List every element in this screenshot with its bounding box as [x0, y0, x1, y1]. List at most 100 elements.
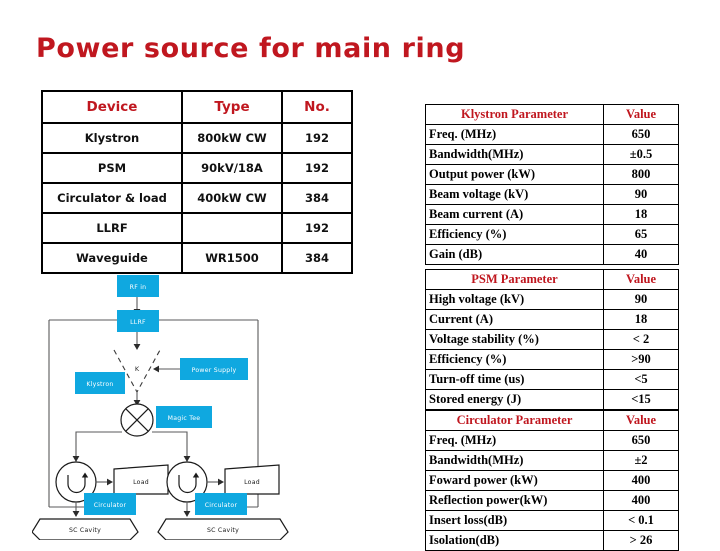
cell-parameter: High voltage (kV) [425, 289, 604, 310]
table-header-row: Circulator Parameter Value [425, 410, 679, 431]
circulator-parameter-table: Circulator Parameter Value Freq. (MHz) 6… [425, 410, 679, 551]
cell-value: 90 [603, 184, 679, 205]
table-row: Beam voltage (kV) 90 [425, 184, 679, 205]
table-row: Gain (dB) 40 [425, 244, 679, 265]
table-row: Insert loss(dB) < 0.1 [425, 510, 679, 531]
arrow-down-icon [183, 511, 191, 517]
arrow-right-icon [107, 478, 113, 486]
cell-device: PSM [41, 152, 183, 184]
cell-parameter: Bandwidth(MHz) [425, 450, 604, 471]
column-header-device: Device [41, 90, 183, 124]
cell-parameter: Output power (kW) [425, 164, 604, 185]
label-circulator-right: Circulator [205, 502, 238, 509]
cell-parameter: Freq. (MHz) [425, 430, 604, 451]
label-llrf: LLRF [130, 319, 146, 326]
table-header-row: Device Type No. [41, 90, 353, 124]
cell-no: 192 [281, 152, 353, 184]
cell-value: 90 [603, 289, 679, 310]
cell-no: 192 [281, 122, 353, 154]
cell-value: <5 [603, 369, 679, 390]
label-power-supply: Power Supply [192, 367, 237, 374]
circulator-arrow-icon-left [67, 475, 86, 494]
cell-value: >90 [603, 349, 679, 370]
cell-value: < 2 [603, 329, 679, 350]
cell-value: ±2 [603, 450, 679, 471]
label-load-right: Load [244, 479, 260, 486]
cell-type: 90kV/18A [181, 152, 283, 184]
arrow-down-icon [183, 456, 191, 462]
cell-parameter: Freq. (MHz) [425, 124, 604, 145]
column-header-no: No. [281, 90, 353, 124]
circulator-arrow-icon-right [178, 475, 197, 494]
cell-value: 650 [603, 430, 679, 451]
cell-value: <15 [603, 389, 679, 410]
table-row: Circulator & load 400kW CW 384 [41, 182, 353, 214]
device-summary-table: Device Type No. Klystron 800kW CW 192 PS… [41, 90, 353, 274]
table-row: Output power (kW) 800 [425, 164, 679, 185]
rf-power-block-diagram: RF in LLRF Klystron Power Supply Magic T… [32, 266, 322, 540]
column-header-value: Value [603, 410, 679, 431]
arrow-left-icon [153, 365, 159, 373]
label-load-left: Load [133, 479, 149, 486]
table-row: Voltage stability (%) < 2 [425, 329, 679, 350]
cell-device: Klystron [41, 122, 183, 154]
psm-parameter-table: PSM Parameter Value High voltage (kV) 90… [425, 269, 679, 410]
label-klystron-symbol: K [135, 365, 140, 373]
label-magic-tee: Magic Tee [168, 415, 201, 422]
cell-no: 192 [281, 212, 353, 244]
column-header-parameter: Klystron Parameter [425, 104, 604, 125]
table-row: Reflection power(kW) 400 [425, 490, 679, 511]
table-row: Freq. (MHz) 650 [425, 430, 679, 451]
cell-value: 18 [603, 204, 679, 225]
table-row: Beam current (A) 18 [425, 204, 679, 225]
cell-value: 400 [603, 490, 679, 511]
table-row: Bandwidth(MHz) ±2 [425, 450, 679, 471]
table-row: Bandwidth(MHz) ±0.5 [425, 144, 679, 165]
table-row: Turn-off time (us) <5 [425, 369, 679, 390]
klystron-parameter-table: Klystron Parameter Value Freq. (MHz) 650… [425, 104, 679, 265]
cell-parameter: Current (A) [425, 309, 604, 330]
label-sc-cavity-right: SC Cavity [207, 527, 239, 534]
cell-device: Circulator & load [41, 182, 183, 214]
cell-value: 800 [603, 164, 679, 185]
cell-parameter: Gain (dB) [425, 244, 604, 265]
cell-value: 65 [603, 224, 679, 245]
column-header-value: Value [603, 104, 679, 125]
label-klystron: Klystron [86, 381, 113, 388]
table-row: Efficiency (%) >90 [425, 349, 679, 370]
table-row: LLRF 192 [41, 212, 353, 244]
cell-value: ±0.5 [603, 144, 679, 165]
cell-no: 384 [281, 182, 353, 214]
cell-parameter: Beam voltage (kV) [425, 184, 604, 205]
arrow-right-icon [218, 478, 224, 486]
table-row: Foward power (kW) 400 [425, 470, 679, 491]
cell-parameter: Voltage stability (%) [425, 329, 604, 350]
cell-parameter: Stored energy (J) [425, 389, 604, 410]
column-header-value: Value [603, 269, 679, 290]
cell-value: 18 [603, 309, 679, 330]
cell-parameter: Efficiency (%) [425, 349, 604, 370]
arrow-down-icon [133, 344, 141, 350]
wire-magictee-left [75, 431, 122, 456]
table-row: Isolation(dB) > 26 [425, 530, 679, 551]
wire-magictee-right [152, 431, 188, 456]
label-circulator-left: Circulator [94, 502, 127, 509]
label-rf-in: RF in [130, 284, 147, 291]
column-header-type: Type [181, 90, 283, 124]
page-title: Power source for main ring [36, 33, 466, 64]
table-row: Stored energy (J) <15 [425, 389, 679, 410]
cell-parameter: Foward power (kW) [425, 470, 604, 491]
cell-type: 800kW CW [181, 122, 283, 154]
table-row: Efficiency (%) 65 [425, 224, 679, 245]
cell-parameter: Turn-off time (us) [425, 369, 604, 390]
cell-parameter: Bandwidth(MHz) [425, 144, 604, 165]
cell-value: > 26 [603, 530, 679, 551]
cell-type: 400kW CW [181, 182, 283, 214]
column-header-parameter: PSM Parameter [425, 269, 604, 290]
label-sc-cavity-left: SC Cavity [69, 527, 101, 534]
cell-value: 400 [603, 470, 679, 491]
cell-value: < 0.1 [603, 510, 679, 531]
table-row: Current (A) 18 [425, 309, 679, 330]
cell-parameter: Efficiency (%) [425, 224, 604, 245]
cell-parameter: Insert loss(dB) [425, 510, 604, 531]
